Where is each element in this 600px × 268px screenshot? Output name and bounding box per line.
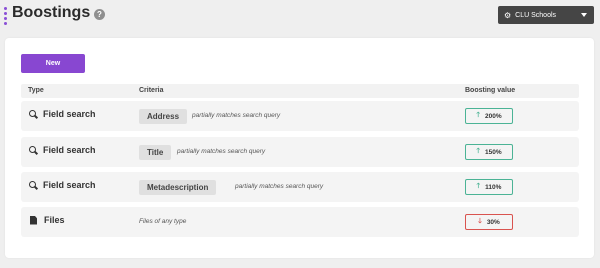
boost-value: 200%: [485, 112, 502, 120]
new-button[interactable]: New: [21, 54, 85, 73]
chevron-down-icon: [581, 13, 587, 17]
field-tag: Title: [139, 145, 172, 160]
criteria-text: Files of any type: [139, 218, 187, 225]
column-header-boosting-value: Boosting value: [465, 87, 516, 94]
boost-value: 150%: [485, 148, 502, 156]
help-icon[interactable]: ?: [94, 9, 105, 20]
table-row[interactable]: Field search Address partially matches s…: [21, 101, 579, 131]
criteria-text: partially matches search query: [177, 148, 266, 155]
boost-badge[interactable]: 🡑 110%: [465, 179, 513, 195]
drag-handle[interactable]: [4, 7, 7, 25]
search-icon: [29, 181, 37, 189]
file-icon: [30, 215, 37, 225]
row-type-label: Field search: [43, 109, 96, 119]
criteria-text: partially matches search query: [192, 112, 281, 119]
search-icon: [29, 146, 37, 154]
page-header: Boostings ? ⚙ CLU Schools: [0, 0, 600, 34]
table-row[interactable]: Files Files of any type 🡓 30%: [21, 207, 579, 237]
row-type-label: Field search: [43, 145, 96, 155]
cog-icon: ⚙: [504, 10, 512, 20]
table-header: Type Criteria Boosting value: [21, 84, 579, 98]
school-select[interactable]: ⚙ CLU Schools: [498, 6, 594, 24]
row-type: Field search: [29, 145, 96, 155]
arrow-up-icon: 🡑: [476, 147, 480, 155]
boost-value: 30%: [486, 218, 500, 226]
row-type-label: Files: [44, 215, 65, 225]
boost-badge[interactable]: 🡑 150%: [465, 144, 513, 160]
school-select-value: CLU Schools: [515, 11, 557, 19]
column-header-type: Type: [28, 87, 44, 94]
row-type: Field search: [29, 109, 96, 119]
table-row[interactable]: Field search Metadescription partially m…: [21, 172, 579, 202]
search-icon: [29, 110, 37, 118]
boost-badge[interactable]: 🡓 30%: [465, 214, 513, 230]
column-header-criteria: Criteria: [139, 87, 164, 94]
row-type-label: Field search: [43, 180, 96, 190]
boostings-panel: New Type Criteria Boosting value Field s…: [5, 38, 594, 258]
row-type: Files: [29, 215, 65, 225]
boost-value: 110%: [485, 183, 502, 191]
table-row[interactable]: Field search Title partially matches sea…: [21, 137, 579, 167]
boost-badge[interactable]: 🡑 200%: [465, 108, 513, 124]
criteria-text: partially matches search query: [235, 183, 324, 190]
arrow-down-icon: 🡓: [478, 217, 482, 225]
page-title: Boostings: [12, 4, 91, 21]
arrow-up-icon: 🡑: [476, 182, 481, 190]
arrow-up-icon: 🡑: [476, 111, 480, 119]
row-type: Field search: [29, 180, 96, 190]
field-tag: Metadescription: [139, 180, 217, 195]
field-tag: Address: [139, 109, 188, 124]
